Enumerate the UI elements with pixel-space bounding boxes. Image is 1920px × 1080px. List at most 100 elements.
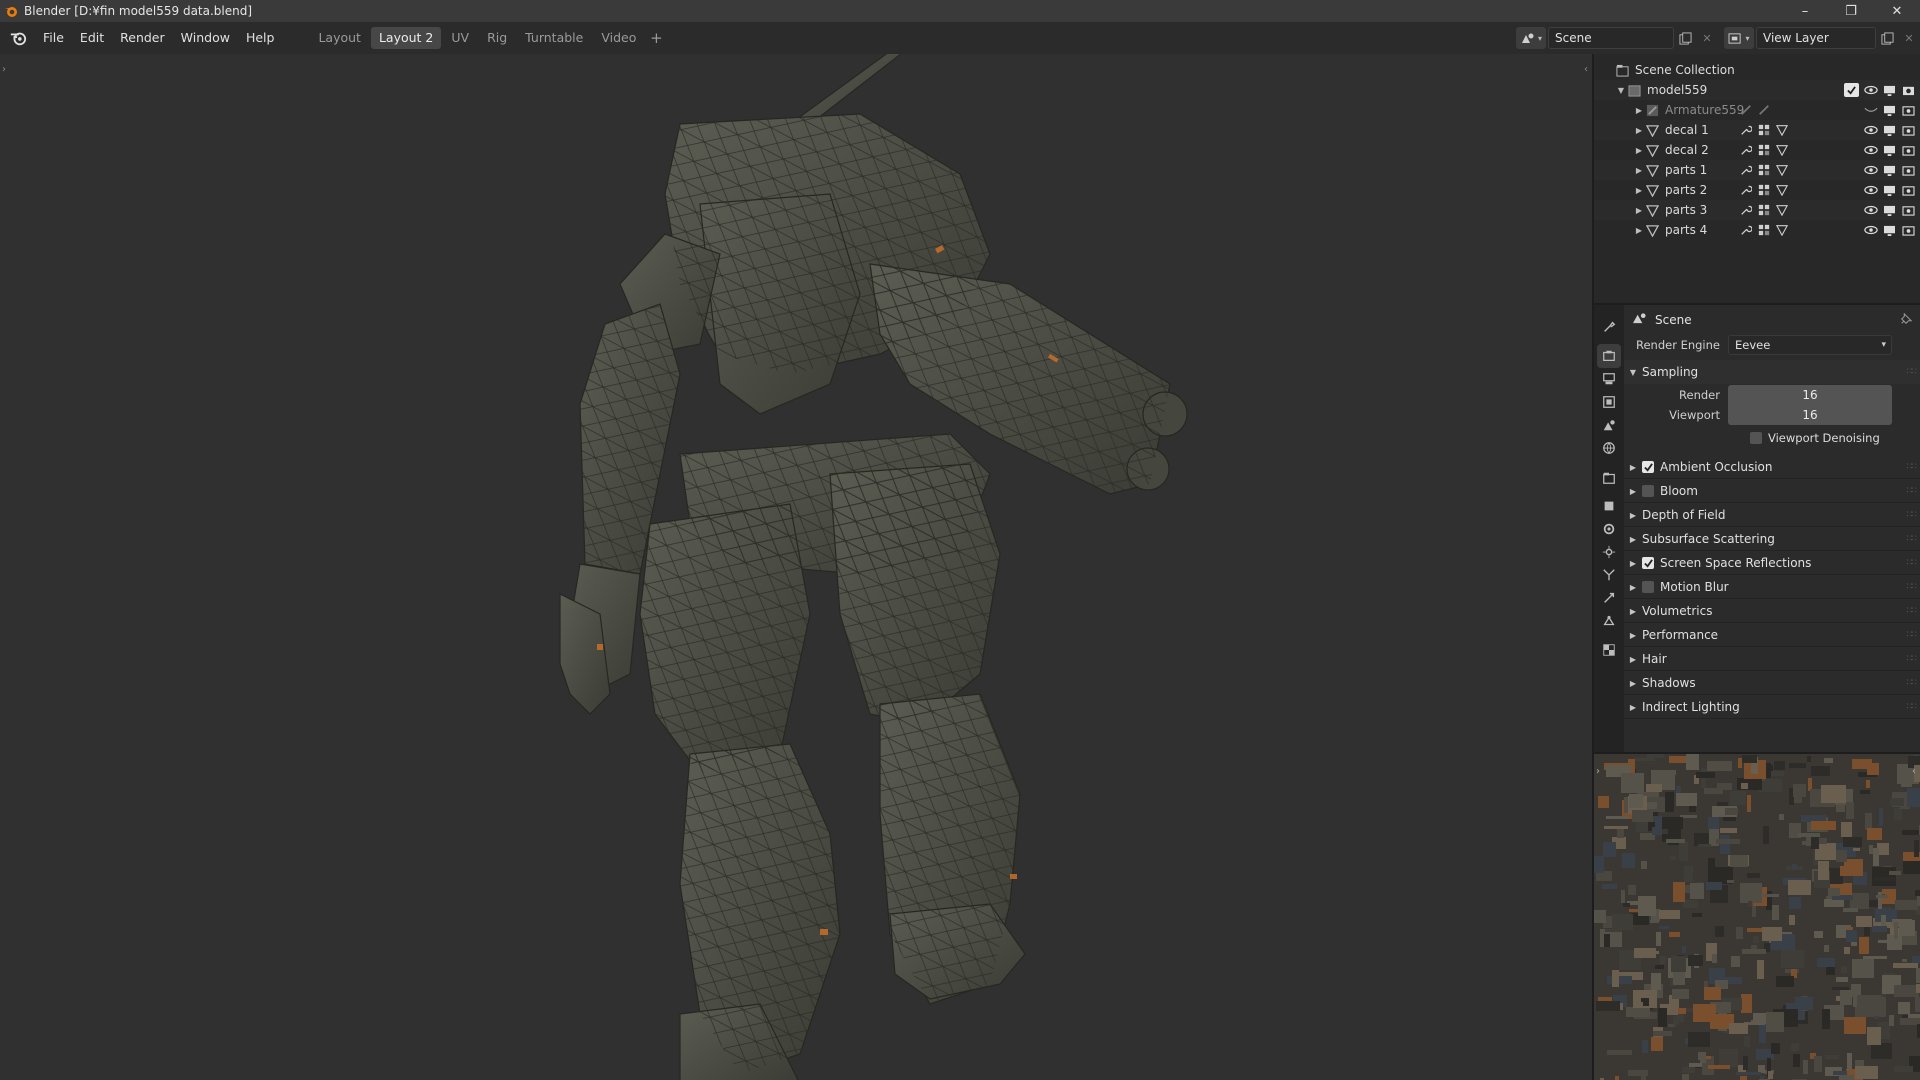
panel-motion-blur[interactable]: ▶ Motion Blur ∷∷ [1624,575,1920,599]
drag-grip-icon[interactable]: ∷∷ [1907,678,1918,688]
outliner-item[interactable]: ▶ parts 1 [1594,160,1920,180]
material-icon[interactable] [1757,203,1771,217]
eye-icon[interactable] [1863,183,1878,197]
panel-indirect-lighting[interactable]: ▶ Indirect Lighting ∷∷ [1624,695,1920,719]
tab-scene[interactable] [1597,413,1621,437]
viewport-denoising-row[interactable]: Viewport Denoising [1750,431,1880,445]
panel-subsurface-scattering[interactable]: ▶ Subsurface Scattering ∷∷ [1624,527,1920,551]
tab-tool[interactable] [1597,315,1621,339]
panel-shadows[interactable]: ▶ Shadows ∷∷ [1624,671,1920,695]
mesh-data-icon[interactable] [1775,183,1789,197]
expand-arrow-icon[interactable]: ▶ [1634,106,1644,115]
camera-icon[interactable] [1901,163,1916,177]
mesh-data-icon[interactable] [1775,143,1789,157]
tab-collection[interactable] [1597,466,1621,490]
tab-modifier[interactable] [1597,517,1621,541]
new-scene-icon[interactable] [1674,27,1696,49]
material-icon[interactable] [1757,143,1771,157]
tab-world[interactable] [1597,436,1621,460]
drag-grip-icon[interactable]: ∷∷ [1907,582,1918,592]
view-layer-selector-icon[interactable]: ▾ [1724,27,1754,49]
tab-turntable[interactable]: Turntable [517,27,591,49]
expand-arrow-icon[interactable]: ▶ [1634,166,1644,175]
outliner-item[interactable]: ▶ decal 2 [1594,140,1920,160]
expand-arrow-icon[interactable]: ▶ [1634,206,1644,215]
material-icon[interactable] [1757,223,1771,237]
panel-enable-checkbox[interactable] [1642,485,1654,497]
3d-viewport[interactable]: › ‹ [0,54,1592,1080]
mesh-data-icon[interactable] [1775,223,1789,237]
eye-icon[interactable] [1863,203,1878,217]
viewport-denoising-checkbox[interactable] [1750,432,1762,444]
pin-icon[interactable] [1900,312,1913,328]
monitor-icon[interactable] [1882,83,1897,97]
camera-icon[interactable] [1901,143,1916,157]
camera-icon[interactable] [1901,83,1916,97]
outliner-item[interactable]: ▶ decal 1 [1594,120,1920,140]
menu-render[interactable]: Render [112,26,173,50]
render-samples-field[interactable]: 16 [1728,385,1892,405]
outliner[interactable]: Scene Collection ▼ model559 ▶ Armature559… [1594,54,1920,303]
outliner-item[interactable]: ▶ parts 4 [1594,220,1920,240]
modifier-wrench-icon[interactable] [1739,143,1753,157]
menu-window[interactable]: Window [173,26,238,50]
outliner-item[interactable]: ▶ parts 3 [1594,200,1920,220]
eye-icon[interactable] [1863,83,1878,97]
camera-icon[interactable] [1901,103,1916,117]
material-icon[interactable] [1757,163,1771,177]
properties-editor[interactable]: Scene Render Engine Eevee ▾ ▼ Sampling ∷… [1594,305,1920,752]
modifier-wrench-icon[interactable] [1739,223,1753,237]
scene-selector-icon[interactable]: ▾ [1516,27,1546,49]
material-icon[interactable] [1757,123,1771,137]
menu-edit[interactable]: Edit [72,26,112,50]
material-icon[interactable] [1757,183,1771,197]
tab-rig[interactable]: Rig [479,27,515,49]
drag-grip-icon[interactable]: ∷∷ [1907,630,1918,640]
modifier-wrench-icon[interactable] [1739,183,1753,197]
expand-arrow-icon[interactable]: ▶ [1634,226,1644,235]
eye-icon[interactable] [1863,163,1878,177]
camera-icon[interactable] [1901,123,1916,137]
mesh-data-icon[interactable] [1775,203,1789,217]
expand-arrow-icon[interactable]: ▶ [1634,126,1644,135]
eye-icon[interactable] [1863,143,1878,157]
expand-arrow-icon[interactable]: ▶ [1634,146,1644,155]
camera-icon[interactable] [1901,203,1916,217]
drag-grip-icon[interactable]: ∷∷ [1907,606,1918,616]
outliner-collection-row[interactable]: ▼ model559 [1594,80,1920,100]
monitor-icon[interactable] [1882,223,1897,237]
maximize-button[interactable]: ❐ [1828,0,1874,22]
bone-icon[interactable] [1739,103,1753,117]
tab-physics[interactable] [1597,563,1621,587]
eye-icon[interactable] [1863,123,1878,137]
panel-volumetrics[interactable]: ▶ Volumetrics ∷∷ [1624,599,1920,623]
drag-grip-icon[interactable]: ∷∷ [1907,702,1918,712]
scene-name-field[interactable]: Scene [1548,27,1674,49]
drag-grip-icon[interactable]: ∷∷ [1907,486,1918,496]
close-button[interactable]: ✕ [1874,0,1920,22]
panel-enable-checkbox[interactable] [1642,461,1654,473]
tab-particles[interactable] [1597,540,1621,564]
modifier-wrench-icon[interactable] [1739,163,1753,177]
panel-depth-of-field[interactable]: ▶ Depth of Field ∷∷ [1624,503,1920,527]
eye-icon[interactable] [1863,223,1878,237]
exclude-checkbox-icon[interactable] [1844,83,1859,97]
tab-output[interactable] [1597,367,1621,391]
menu-file[interactable]: File [35,26,72,50]
expand-arrow-icon[interactable]: ▼ [1616,86,1626,95]
tab-data[interactable] [1597,609,1621,633]
tab-uv[interactable]: UV [443,27,477,49]
tab-object[interactable] [1597,494,1621,518]
tab-view-layer[interactable] [1597,390,1621,414]
monitor-icon[interactable] [1882,163,1897,177]
blender-menu-icon[interactable] [7,27,29,49]
view-layer-field[interactable]: View Layer [1756,27,1876,49]
drag-grip-icon[interactable]: ∷∷ [1907,558,1918,568]
toolbar-expand-icon[interactable]: › [1596,766,1600,777]
modifier-wrench-icon[interactable] [1739,123,1753,137]
outliner-scene-collection[interactable]: Scene Collection [1594,60,1920,80]
image-editor[interactable]: › ‹ [1594,754,1920,1080]
monitor-icon[interactable] [1882,103,1897,117]
monitor-icon[interactable] [1882,123,1897,137]
panel-ambient-occlusion[interactable]: ▶ Ambient Occlusion ∷∷ [1624,455,1920,479]
